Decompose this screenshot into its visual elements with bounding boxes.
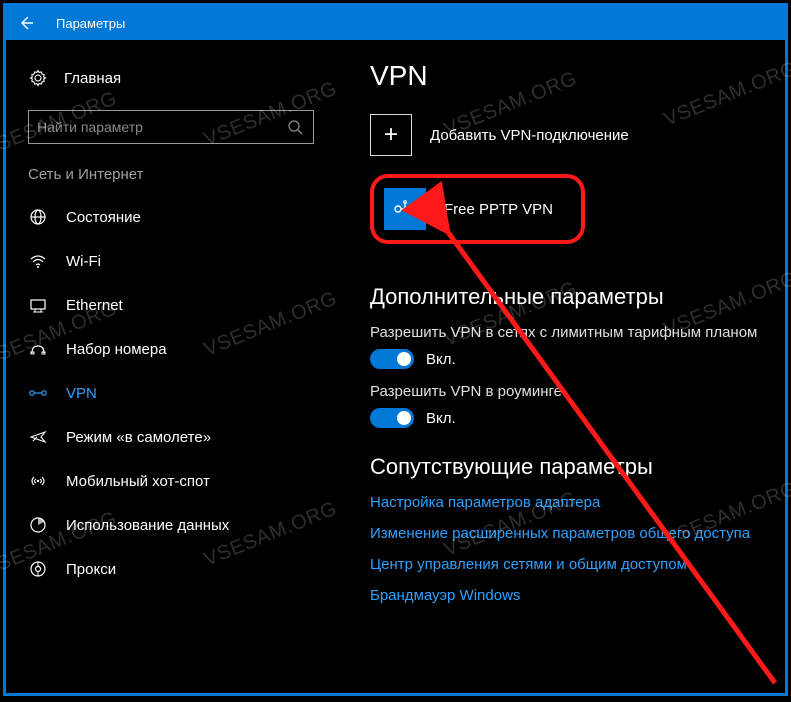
ethernet-icon xyxy=(28,295,48,315)
dialup-icon xyxy=(28,339,48,359)
link-firewall[interactable]: Брандмауэр Windows xyxy=(370,587,761,604)
vpn-icon xyxy=(28,383,48,403)
setting-label: Разрешить VPN в роуминге xyxy=(370,383,761,400)
toggle-state: Вкл. xyxy=(426,351,456,368)
toggle-state: Вкл. xyxy=(426,410,456,427)
globe-icon xyxy=(28,207,48,227)
sidebar-item-data-usage[interactable]: Использование данных xyxy=(6,503,336,547)
search-box[interactable] xyxy=(28,110,314,144)
vpn-connection-name: Free PPTP VPN xyxy=(444,201,553,218)
sidebar-item-dialup[interactable]: Набор номера xyxy=(6,327,336,371)
sidebar-item-label: Режим «в самолете» xyxy=(66,429,211,446)
sidebar-item-label: Ethernet xyxy=(66,297,123,314)
plus-icon: + xyxy=(370,114,412,156)
sidebar-item-status[interactable]: Состояние xyxy=(6,195,336,239)
link-adapter-settings[interactable]: Настройка параметров адаптера xyxy=(370,494,761,511)
main-panel: VPN + Добавить VPN-подключение Free PPTP… xyxy=(336,40,785,693)
vpn-connection-icon xyxy=(384,188,426,230)
search-input[interactable] xyxy=(37,119,285,135)
search-icon xyxy=(285,117,305,137)
sidebar-item-label: Использование данных xyxy=(66,517,229,534)
sidebar-item-airplane[interactable]: Режим «в самолете» xyxy=(6,415,336,459)
link-sharing-settings[interactable]: Изменение расширенных параметров общего … xyxy=(370,525,761,542)
arrow-left-icon xyxy=(17,14,35,32)
sidebar-nav: Состояние Wi-Fi Ethernet Набор номера VP… xyxy=(6,195,336,591)
proxy-icon xyxy=(28,559,48,579)
add-vpn-label: Добавить VPN-подключение xyxy=(430,127,629,144)
titlebar: Параметры xyxy=(6,6,785,40)
highlight-annotation: Free PPTP VPN xyxy=(370,174,585,244)
link-network-center[interactable]: Центр управления сетями и общим доступом xyxy=(370,556,761,573)
sidebar-item-ethernet[interactable]: Ethernet xyxy=(6,283,336,327)
setting-roaming: Разрешить VPN в роуминге Вкл. xyxy=(370,383,761,428)
sidebar-item-label: Прокси xyxy=(66,561,116,578)
sidebar-item-label: Мобильный хот-спот xyxy=(66,473,210,490)
sidebar-item-label: VPN xyxy=(66,385,97,402)
sidebar-item-vpn[interactable]: VPN xyxy=(6,371,336,415)
toggle-metered[interactable] xyxy=(370,349,414,369)
sidebar-item-hotspot[interactable]: Мобильный хот-спот xyxy=(6,459,336,503)
hotspot-icon xyxy=(28,471,48,491)
setting-label: Разрешить VPN в сетях с лимитным тарифны… xyxy=(370,324,761,341)
related-heading: Сопутствующие параметры xyxy=(370,454,761,480)
sidebar-home[interactable]: Главная xyxy=(6,60,336,96)
sidebar-item-wifi[interactable]: Wi-Fi xyxy=(6,239,336,283)
setting-metered: Разрешить VPN в сетях с лимитным тарифны… xyxy=(370,324,761,369)
sidebar-home-label: Главная xyxy=(64,70,121,87)
wifi-icon xyxy=(28,251,48,271)
sidebar: Главная Сеть и Интернет Состояние Wi-Fi xyxy=(6,40,336,693)
settings-window: Параметры Главная Сеть и Интернет Состо xyxy=(3,3,788,696)
sidebar-item-proxy[interactable]: Прокси xyxy=(6,547,336,591)
vpn-connection-item[interactable]: Free PPTP VPN xyxy=(378,182,563,236)
page-title: VPN xyxy=(370,60,761,92)
sidebar-item-label: Состояние xyxy=(66,209,141,226)
sidebar-item-label: Набор номера xyxy=(66,341,167,358)
toggle-roaming[interactable] xyxy=(370,408,414,428)
airplane-icon xyxy=(28,427,48,447)
advanced-heading: Дополнительные параметры xyxy=(370,284,761,310)
gear-icon xyxy=(28,68,48,88)
sidebar-item-label: Wi-Fi xyxy=(66,253,101,270)
add-vpn-button[interactable]: + Добавить VPN-подключение xyxy=(370,114,761,156)
sidebar-section-header: Сеть и Интернет xyxy=(6,160,336,195)
back-button[interactable] xyxy=(16,13,36,33)
window-title: Параметры xyxy=(56,16,125,31)
data-icon xyxy=(28,515,48,535)
